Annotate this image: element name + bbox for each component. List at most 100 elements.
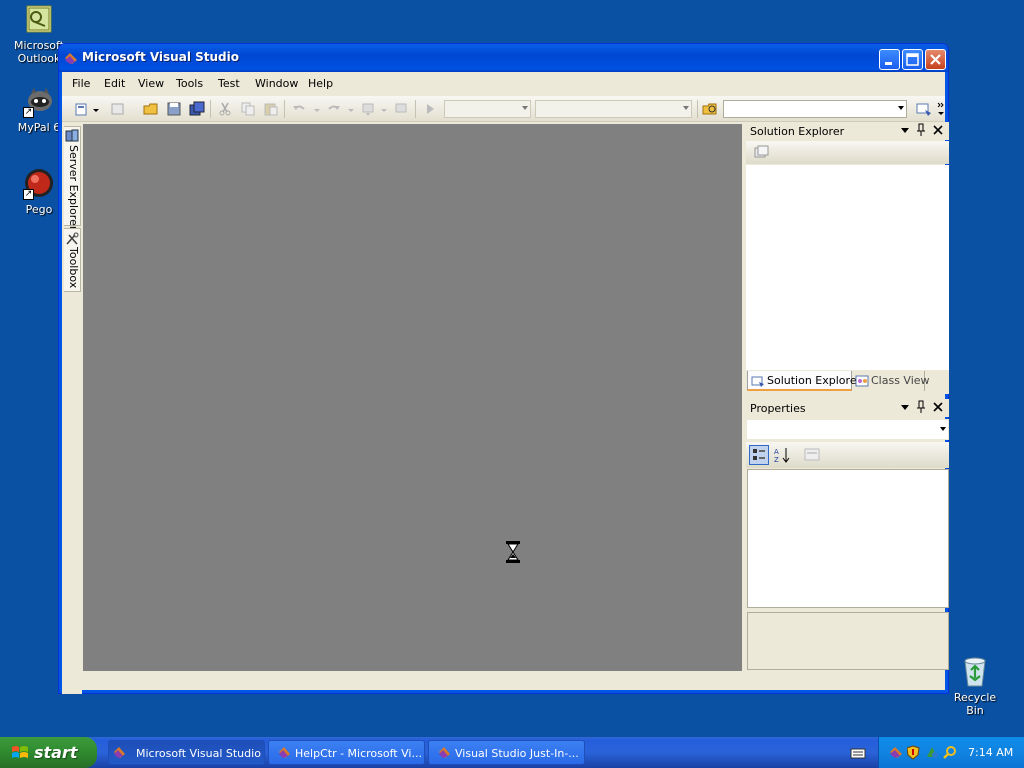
panel-close-icon[interactable] xyxy=(933,401,943,416)
solution-explorer-toolbar-icon[interactable] xyxy=(916,101,932,117)
cut-icon[interactable] xyxy=(217,101,233,117)
start-label: start xyxy=(34,743,78,762)
properties-description-pane xyxy=(747,612,949,670)
tab-label: Class View xyxy=(871,374,930,387)
recycle-bin-label: Recycle Bin xyxy=(953,691,997,717)
solution-explorer-tabstrip: Solution Explorer Class View xyxy=(746,370,949,394)
chevron-down-icon xyxy=(898,106,904,110)
recycle-bin-icon xyxy=(959,656,991,688)
save-icon[interactable] xyxy=(166,101,182,117)
new-project-icon[interactable] xyxy=(74,101,90,117)
shortcut-arrow-icon: ↗ xyxy=(23,189,34,200)
solution-explorer-icon xyxy=(751,374,765,391)
document-area[interactable] xyxy=(83,124,742,671)
dropdown-arrow-icon[interactable] xyxy=(92,101,100,117)
shortcut-arrow-icon: ↗ xyxy=(23,107,34,118)
solution-explorer-tree[interactable] xyxy=(746,165,949,370)
alphabetical-sort-icon[interactable]: AZ xyxy=(773,446,791,467)
menu-bar: File Edit View Tools Test Window Help xyxy=(62,72,945,96)
tab-server-explorer[interactable]: Server Explorer xyxy=(64,126,81,230)
properties-title: Properties xyxy=(750,402,806,415)
chevron-down-icon xyxy=(522,106,528,110)
redo-dropdown-arrow-icon[interactable] xyxy=(347,101,355,117)
auto-hide-pin-icon[interactable] xyxy=(916,400,926,417)
properties-titlebar[interactable]: Properties xyxy=(746,399,949,417)
properties-object-dropdown[interactable] xyxy=(746,419,949,440)
solution-platforms-dropdown[interactable] xyxy=(535,100,692,118)
window-position-dropdown-icon[interactable] xyxy=(900,124,910,139)
solution-explorer-title: Solution Explorer xyxy=(750,125,845,138)
svg-text:A: A xyxy=(774,448,779,456)
taskbar: start Microsoft Visual Studio HelpCtr - … xyxy=(0,737,1024,768)
toolbar-separator xyxy=(284,100,285,118)
undo-dropdown-arrow-icon[interactable] xyxy=(313,101,321,117)
chevron-down-icon xyxy=(683,106,689,110)
properties-icon[interactable] xyxy=(753,144,769,163)
visual-studio-icon xyxy=(64,51,78,65)
tab-toolbox[interactable]: Toolbox xyxy=(64,228,81,292)
auto-hide-pin-icon[interactable] xyxy=(916,123,926,140)
windows-logo-icon xyxy=(11,744,29,765)
system-tray: 7:14 AM xyxy=(878,737,1024,768)
open-folder-icon[interactable] xyxy=(143,101,159,117)
desktop-icon-recycle-bin[interactable]: Recycle Bin xyxy=(944,656,1006,717)
left-autohide-strip: Server Explorer Toolbox xyxy=(62,124,82,694)
add-item-icon[interactable] xyxy=(110,101,126,117)
menu-help[interactable]: Help xyxy=(308,77,333,90)
paste-icon[interactable] xyxy=(263,101,279,117)
window-client-area: File Edit View Tools Test Window Help Se… xyxy=(62,72,949,694)
menu-edit[interactable]: Edit xyxy=(104,77,125,90)
toolbar-overflow-icon[interactable] xyxy=(937,101,945,117)
outlook-icon xyxy=(23,4,55,36)
search-icon[interactable] xyxy=(943,745,957,762)
network-icon[interactable] xyxy=(889,745,903,762)
menu-file[interactable]: File xyxy=(72,77,90,90)
panel-close-icon[interactable] xyxy=(933,124,943,139)
title-bar[interactable]: Microsoft Visual Studio xyxy=(59,44,948,72)
standard-toolbar xyxy=(62,96,945,122)
keyboard-language-icon[interactable] xyxy=(850,747,866,762)
class-view-icon xyxy=(855,374,869,391)
navigate-backward-icon[interactable] xyxy=(360,101,376,117)
close-button[interactable] xyxy=(925,49,946,70)
solution-explorer-toolbar xyxy=(746,141,949,164)
categorized-icon[interactable] xyxy=(749,445,769,465)
undo-icon[interactable] xyxy=(291,101,307,117)
tab-class-view[interactable]: Class View xyxy=(853,371,930,391)
copy-icon[interactable] xyxy=(240,101,256,117)
menu-view[interactable]: View xyxy=(138,77,164,90)
visual-studio-icon xyxy=(278,746,291,759)
navigate-dropdown-arrow-icon[interactable] xyxy=(380,101,388,117)
tab-solution-explorer[interactable]: Solution Explorer xyxy=(747,371,861,391)
window-position-dropdown-icon[interactable] xyxy=(900,401,910,416)
solution-configurations-dropdown[interactable] xyxy=(444,100,531,118)
menu-tools[interactable]: Tools xyxy=(176,77,203,90)
navigate-forward-icon[interactable] xyxy=(393,101,409,117)
save-all-icon[interactable] xyxy=(189,101,205,117)
taskbar-button-visual-studio[interactable]: Microsoft Visual Studio xyxy=(108,740,265,765)
minimize-button[interactable] xyxy=(879,49,900,70)
window-title: Microsoft Visual Studio xyxy=(82,50,239,64)
start-debugging-icon[interactable] xyxy=(422,101,438,117)
menu-test[interactable]: Test xyxy=(218,77,240,90)
find-in-files-icon[interactable] xyxy=(702,101,718,117)
pego-icon: ↗ xyxy=(23,168,55,200)
update-icon[interactable] xyxy=(925,745,939,762)
start-button[interactable]: start xyxy=(0,737,97,768)
redo-icon[interactable] xyxy=(326,101,342,117)
taskbar-button-jit-debugger[interactable]: Visual Studio Just-In-... xyxy=(428,740,585,765)
visual-studio-icon xyxy=(113,746,126,759)
mypal-raccoon-icon: ↗ xyxy=(23,86,55,118)
tab-label: Solution Explorer xyxy=(767,374,862,387)
property-pages-icon[interactable] xyxy=(804,447,820,466)
properties-toolbar: AZ xyxy=(746,442,949,468)
solution-explorer-titlebar[interactable]: Solution Explorer xyxy=(746,122,949,140)
menu-window[interactable]: Window xyxy=(255,77,298,90)
taskbar-button-helpctr[interactable]: HelpCtr - Microsoft Vi... xyxy=(268,740,425,765)
security-shield-icon[interactable] xyxy=(906,745,920,763)
server-explorer-label: Server Explorer xyxy=(67,145,80,231)
properties-grid[interactable] xyxy=(747,469,949,608)
maximize-button[interactable] xyxy=(902,49,923,70)
clock: 7:14 AM xyxy=(968,746,1014,759)
find-combo-input[interactable] xyxy=(723,100,907,118)
